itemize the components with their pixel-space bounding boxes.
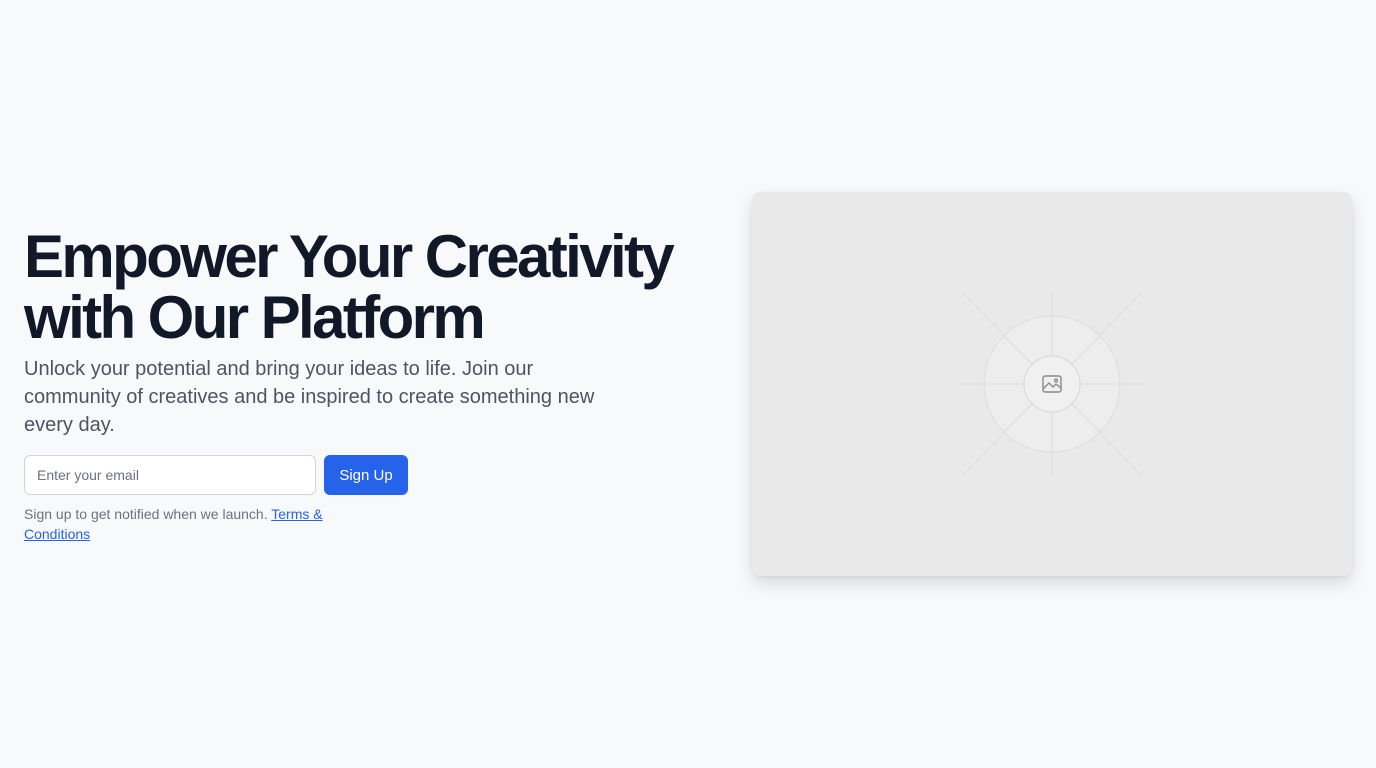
headline-line-1: Empower Your Creativity [24,223,675,290]
headline-line-2: with Our Platform [24,284,486,351]
signup-note-text: Sign up to get notified when we launch. [24,506,272,522]
sign-up-button[interactable]: Sign Up [324,455,408,495]
email-input[interactable] [24,455,316,495]
hero-headline: Empower Your Creativity with Our Platfor… [24,226,704,348]
signup-note: Sign up to get notified when we launch. … [24,504,364,544]
signup-form: Sign Up [24,455,704,495]
placeholder-graphic [960,291,1144,477]
hero-description: Unlock your potential and bring your ide… [24,358,595,436]
hero-image-placeholder [752,192,1352,576]
hero-section: Empower Your Creativity with Our Platfor… [24,226,704,544]
landing-page: Empower Your Creativity with Our Platfor… [0,0,1376,768]
